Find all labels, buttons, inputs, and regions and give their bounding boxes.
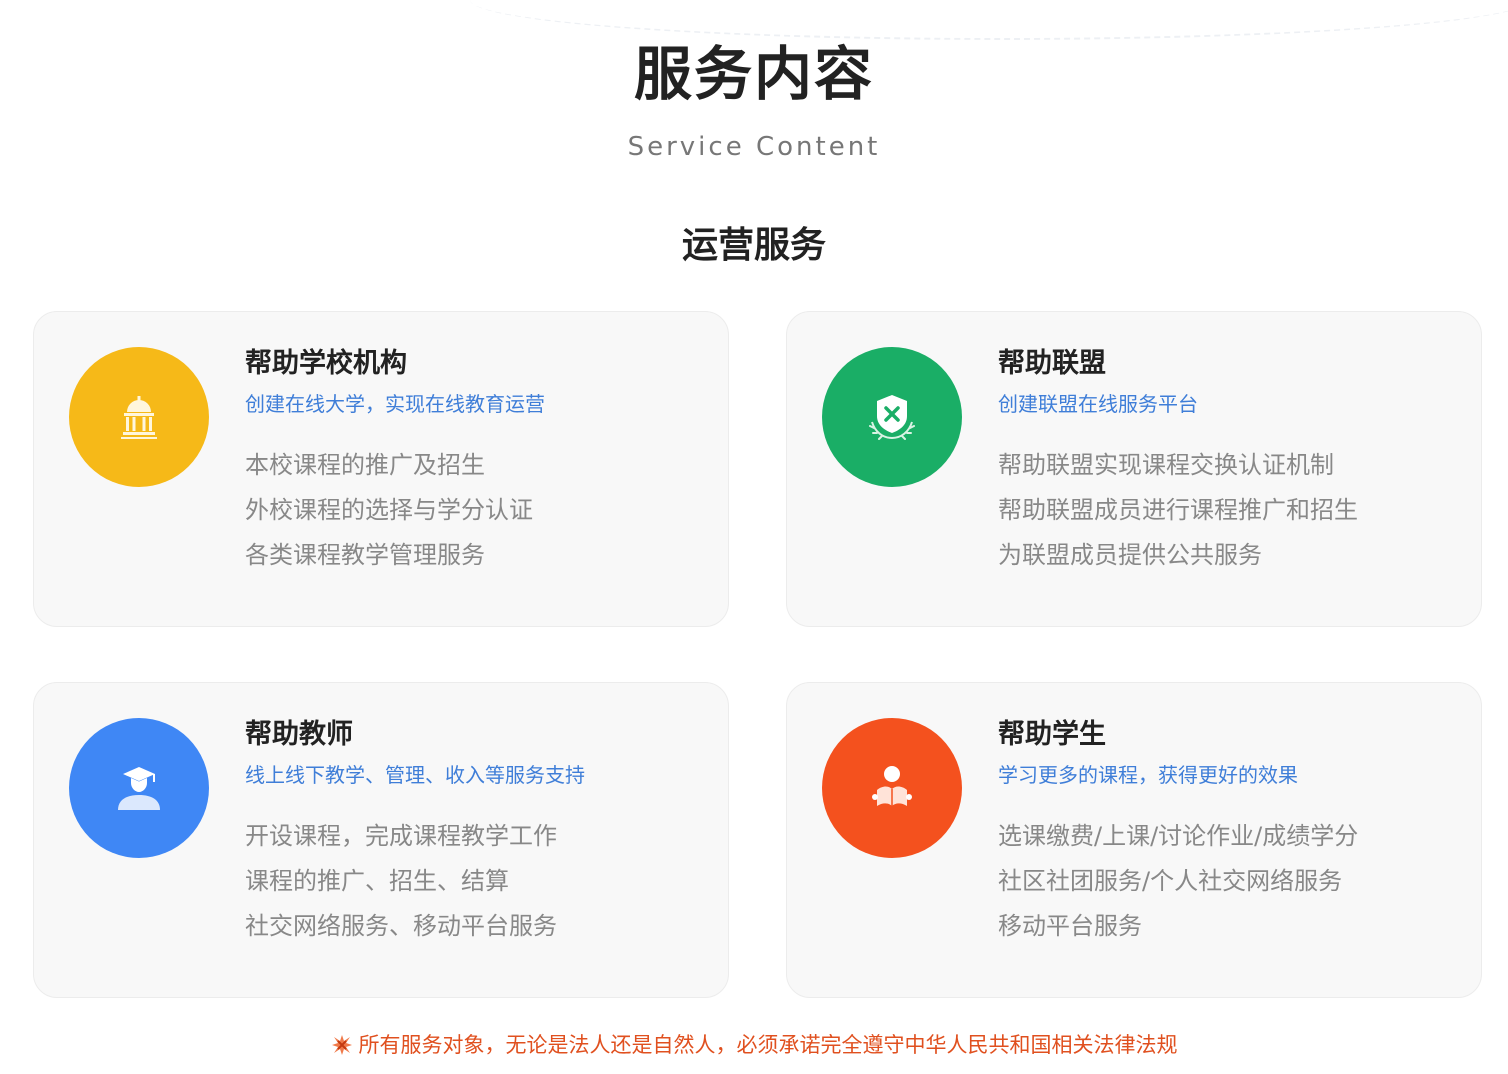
list-item: 帮助联盟实现课程交换认证机制 xyxy=(998,451,1334,479)
card-title: 帮助学生 xyxy=(998,719,1106,750)
list-item: 各类课程教学管理服务 xyxy=(245,541,485,569)
icon-badge xyxy=(69,347,209,487)
list-item: 外校课程的选择与学分认证 xyxy=(245,496,533,524)
card-subtitle: 线上线下教学、管理、收入等服务支持 xyxy=(245,763,585,787)
list-item: 为联盟成员提供公共服务 xyxy=(998,541,1262,569)
service-content-page: 服务内容 Service Content 运营服务 帮助学校机构 创建在线大学，… xyxy=(0,0,1508,1074)
card-feature-list: 本校课程的推广及招生 外校课程的选择与学分认证 各类课程教学管理服务 xyxy=(245,443,533,578)
card-subtitle: 学习更多的课程，获得更好的效果 xyxy=(998,763,1298,787)
list-item: 帮助联盟成员进行课程推广和招生 xyxy=(998,496,1358,524)
card-title: 帮助教师 xyxy=(245,719,353,750)
alliance-shield-icon xyxy=(869,395,915,440)
student-reading-icon xyxy=(872,766,912,806)
teacher-graduate-icon xyxy=(118,767,160,810)
list-item: 移动平台服务 xyxy=(998,912,1142,940)
footnote-text: 所有服务对象，无论是法人还是自然人，必须承诺完全遵守中华人民共和国相关法律法规 xyxy=(358,1033,1178,1057)
card-subtitle: 创建联盟在线服务平台 xyxy=(998,392,1198,416)
service-card-alliance: 帮助联盟 创建联盟在线服务平台 帮助联盟实现课程交换认证机制 帮助联盟成员进行课… xyxy=(786,311,1482,627)
page-title: 服务内容 xyxy=(633,40,874,108)
icon-badge xyxy=(822,718,962,858)
service-card-school: 帮助学校机构 创建在线大学，实现在线教育运营 本校课程的推广及招生 外校课程的选… xyxy=(33,311,729,627)
section-title: 运营服务 xyxy=(681,225,826,266)
page-subtitle: Service Content xyxy=(627,132,881,162)
list-item: 课程的推广、招生、结算 xyxy=(245,867,509,895)
decorative-arc xyxy=(470,0,1508,40)
legal-footnote: 所有服务对象，无论是法人还是自然人，必须承诺完全遵守中华人民共和国相关法律法规 xyxy=(0,1030,1508,1060)
icon-badge xyxy=(69,718,209,858)
service-card-student: 帮助学生 学习更多的课程，获得更好的效果 选课缴费/上课/讨论作业/成绩学分 社… xyxy=(786,682,1482,998)
list-item: 开设课程，完成课程教学工作 xyxy=(245,822,557,850)
warning-burst-icon xyxy=(331,1035,352,1055)
card-feature-list: 帮助联盟实现课程交换认证机制 帮助联盟成员进行课程推广和招生 为联盟成员提供公共… xyxy=(998,443,1358,578)
school-building-icon xyxy=(121,396,157,439)
card-feature-list: 选课缴费/上课/讨论作业/成绩学分 社区社团服务/个人社交网络服务 移动平台服务 xyxy=(998,814,1358,949)
icon-badge xyxy=(822,347,962,487)
card-subtitle: 创建在线大学，实现在线教育运营 xyxy=(245,392,545,416)
card-feature-list: 开设课程，完成课程教学工作 课程的推广、招生、结算 社交网络服务、移动平台服务 xyxy=(245,814,557,949)
list-item: 选课缴费/上课/讨论作业/成绩学分 xyxy=(998,822,1359,850)
card-title: 帮助联盟 xyxy=(998,348,1106,379)
list-item: 本校课程的推广及招生 xyxy=(245,451,485,479)
service-card-teacher: 帮助教师 线上线下教学、管理、收入等服务支持 开设课程，完成课程教学工作 课程的… xyxy=(33,682,729,998)
list-item: 社区社团服务/个人社交网络服务 xyxy=(998,867,1343,895)
card-title: 帮助学校机构 xyxy=(245,348,407,379)
list-item: 社交网络服务、移动平台服务 xyxy=(245,912,557,940)
